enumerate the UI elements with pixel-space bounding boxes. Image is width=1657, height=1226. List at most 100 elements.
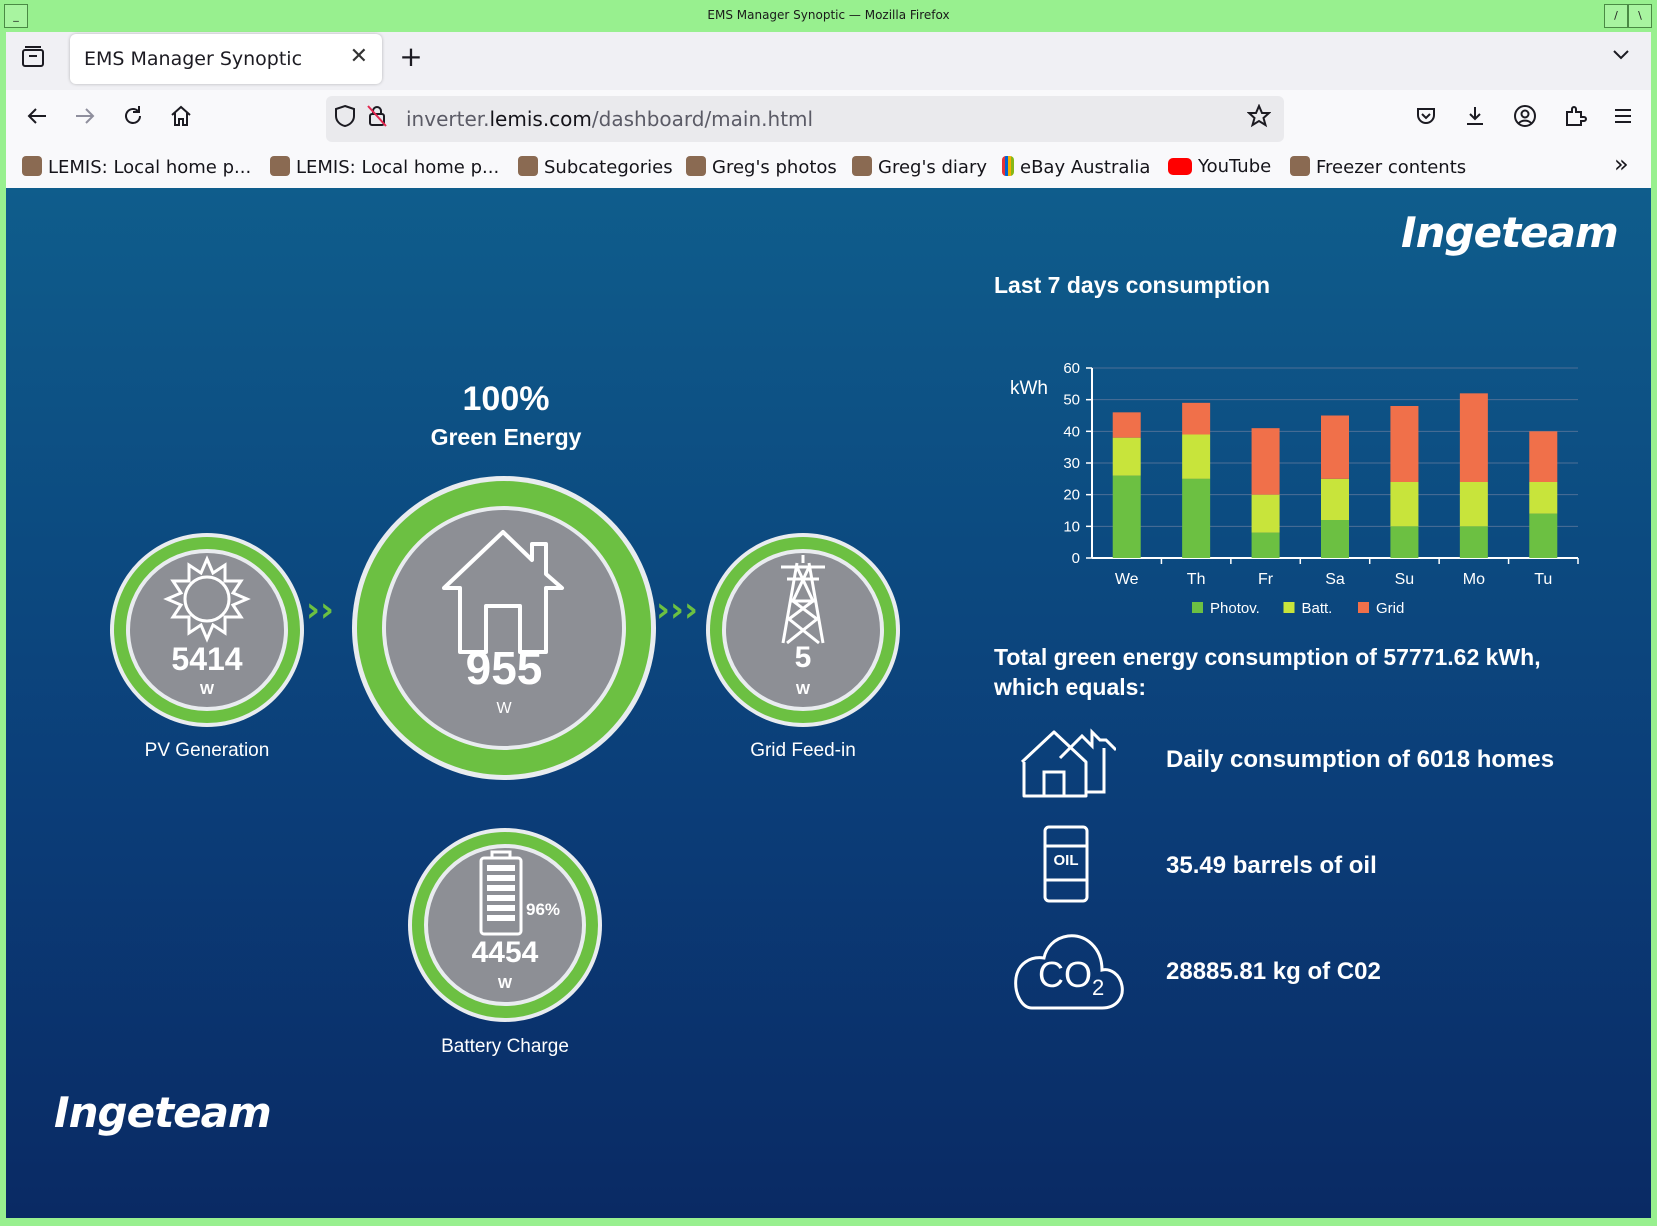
bar-grid-we	[1112, 412, 1141, 438]
bookmark-item[interactable]: YouTube	[1168, 156, 1271, 177]
bookmark-item[interactable]: LEMIS: Local home p...	[270, 156, 499, 178]
bookmark-star-icon[interactable]	[1244, 103, 1274, 134]
bookmarks-toolbar: LEMIS: Local home p... LEMIS: Local home…	[6, 148, 1651, 188]
tab-ems-manager[interactable]: EMS Manager Synoptic ✕	[70, 34, 382, 84]
total-green-energy-text: Total green energy consumption of 57771.…	[994, 644, 1541, 700]
y-tick-label: 0	[1072, 550, 1080, 567]
tracking-shield-icon[interactable]	[330, 104, 360, 134]
bar-grid-mo	[1459, 393, 1488, 482]
bar-grid-tu	[1529, 431, 1558, 482]
pocket-icon[interactable]	[1411, 104, 1441, 134]
bar-photov-tu	[1529, 513, 1558, 558]
bar-photov-th	[1182, 478, 1211, 558]
window-title: EMS Manager Synoptic — Mozilla Firefox	[707, 8, 950, 22]
bookmark-item[interactable]: Greg's diary	[852, 156, 987, 178]
y-tick-label: 40	[1063, 423, 1080, 440]
url-text[interactable]: inverter.lemis.com/dashboard/main.html	[406, 107, 813, 131]
person-favicon-icon	[22, 156, 42, 176]
equivalent-oil-text: 35.49 barrels of oil	[1166, 852, 1377, 879]
oil-label: OIL	[1053, 852, 1079, 869]
grid-label: Grid Feed-in	[750, 740, 856, 761]
pv-label: PV Generation	[144, 740, 270, 761]
battery-value: 4454	[471, 936, 539, 969]
account-icon[interactable]	[1510, 104, 1540, 134]
downloads-icon[interactable]	[1460, 104, 1490, 134]
grid-value: 5	[794, 641, 812, 674]
list-tabs-chevron-down-icon[interactable]	[1606, 42, 1636, 72]
person-favicon-icon	[518, 156, 538, 176]
x-tick-label: Fr	[1258, 571, 1274, 588]
x-tick-label: Sa	[1325, 571, 1345, 588]
pv-value: 5414	[171, 641, 243, 677]
bar-batt-sa	[1321, 478, 1349, 520]
flow-right-chevron-icon: ›››	[656, 590, 699, 630]
equivalent-homes-text: Daily consumption of 6018 homes	[1166, 746, 1555, 773]
forward-arrow-icon[interactable]	[70, 104, 100, 134]
bar-batt-th	[1182, 434, 1211, 479]
battery-icon	[479, 850, 523, 936]
legend-swatch	[1358, 602, 1369, 613]
grid-unit: W	[795, 681, 811, 698]
battery-circle[interactable]: 96% 4454 W	[408, 828, 602, 1022]
legend-label: Batt.	[1302, 600, 1333, 617]
x-tick-label: Mo	[1463, 571, 1485, 588]
bar-batt-tu	[1529, 482, 1558, 514]
back-arrow-icon[interactable]	[22, 104, 52, 134]
extensions-puzzle-icon[interactable]	[1560, 104, 1590, 134]
x-tick-label: Su	[1395, 571, 1415, 588]
new-tab-button[interactable]: +	[396, 42, 426, 72]
legend-swatch	[1283, 602, 1295, 613]
oil-barrel-icon: OIL	[1042, 824, 1090, 904]
bookmark-item[interactable]: Subcategories	[518, 156, 673, 178]
equivalent-co2-text: 28885.81 kg of C02	[1166, 958, 1381, 985]
flow-right-chevron-icon: ››	[306, 590, 335, 630]
consumption-chart: 0 10 20 30 40 50 60 kWh We Th Fr Sa Su Mo Tu Photov. Bat…	[1010, 360, 1579, 617]
tab-close-icon[interactable]: ✕	[350, 44, 368, 69]
home-icon[interactable]	[166, 104, 196, 134]
hamburger-menu-icon[interactable]	[1608, 104, 1638, 134]
y-tick-label: 20	[1063, 487, 1080, 504]
green-energy-percent: 100%	[462, 380, 550, 418]
bookmark-item[interactable]: Freezer contents	[1290, 156, 1466, 178]
house-icon	[442, 530, 564, 654]
window-close-button[interactable]: \	[1628, 4, 1652, 28]
legend-swatch	[1192, 602, 1203, 613]
grid-circle[interactable]: 5 W	[706, 533, 900, 727]
y-tick-label: 50	[1063, 392, 1080, 409]
co2-label: CO2	[1038, 954, 1105, 1001]
bar-batt-fr	[1251, 494, 1280, 533]
reload-icon[interactable]	[118, 104, 148, 134]
bar-photov-we	[1112, 475, 1141, 558]
pv-circle[interactable]: 5414 W	[110, 533, 304, 727]
bar-grid-su	[1390, 406, 1419, 482]
sun-icon	[163, 555, 251, 643]
bookmark-item[interactable]: eBay Australia	[1002, 156, 1150, 178]
brand-logo-bottom: Ingeteam	[54, 1088, 272, 1137]
window-maximize-button[interactable]: /	[1604, 4, 1628, 28]
pv-unit: W	[199, 681, 215, 698]
insecure-lock-icon[interactable]	[362, 104, 392, 134]
person-favicon-icon	[1290, 156, 1310, 176]
y-tick-label: 10	[1063, 518, 1080, 535]
x-tick-label: Tu	[1534, 571, 1552, 588]
power-tower-icon	[781, 555, 825, 645]
tab-overview-icon[interactable]	[18, 44, 48, 74]
window-titlebar: _ EMS Manager Synoptic — Mozilla Firefox…	[0, 0, 1657, 32]
legend-label: Grid	[1376, 600, 1404, 617]
url-bar[interactable]: inverter.lemis.com/dashboard/main.html	[326, 96, 1284, 142]
ebay-favicon-icon	[1002, 156, 1014, 176]
bookmark-item[interactable]: LEMIS: Local home p...	[22, 156, 251, 178]
home-circle[interactable]: 955 W	[352, 476, 656, 780]
bar-photov-sa	[1321, 520, 1349, 558]
y-tick-label: 60	[1063, 360, 1080, 377]
homes-icon	[1020, 728, 1116, 798]
tab-title: EMS Manager Synoptic	[84, 48, 303, 70]
chart-heading: Last 7 days consumption	[994, 272, 1271, 298]
person-favicon-icon	[686, 156, 706, 176]
co2-cloud-icon: CO2	[1010, 928, 1126, 1012]
bookmark-item[interactable]: Greg's photos	[686, 156, 837, 178]
x-tick-label: We	[1115, 571, 1139, 588]
bookmarks-overflow-icon[interactable]: »	[1614, 150, 1629, 178]
youtube-favicon-icon	[1168, 158, 1192, 175]
bar-photov-su	[1390, 526, 1419, 558]
